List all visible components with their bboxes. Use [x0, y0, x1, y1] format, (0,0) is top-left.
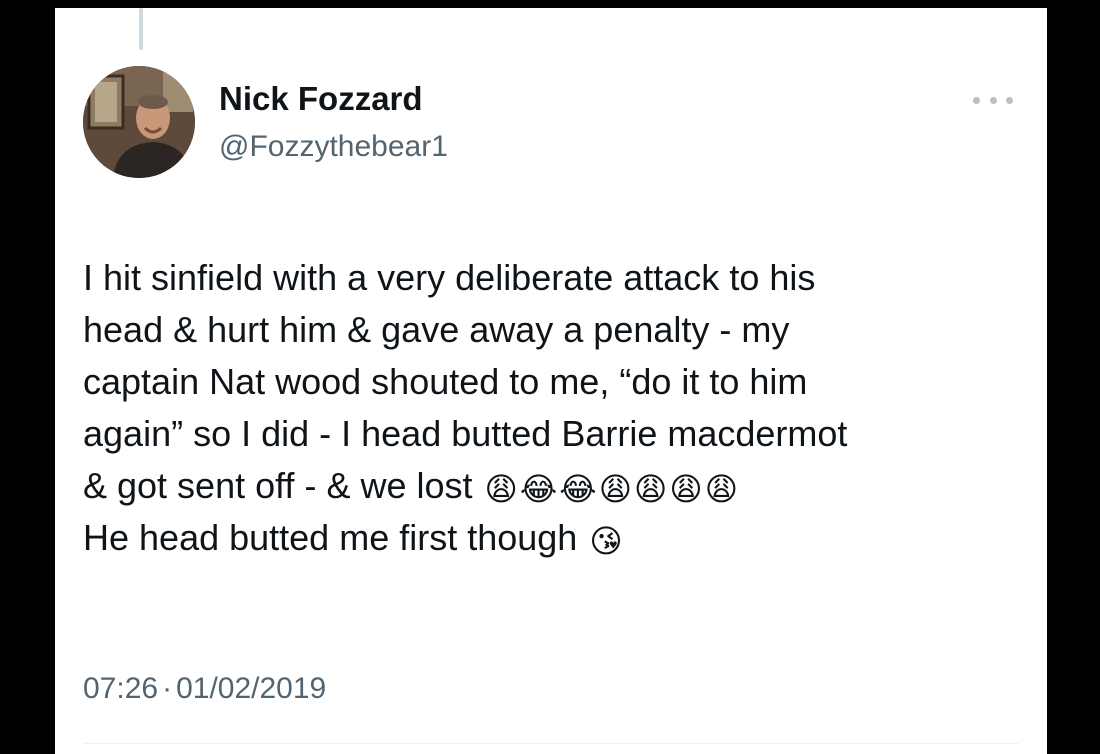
tweet-line: captain Nat wood shouted to me, “do it t… — [83, 361, 808, 402]
more-horizontal-icon — [973, 96, 980, 104]
tweet-line: I hit sinfield with a very deliberate at… — [83, 257, 816, 298]
more-options-button[interactable] — [973, 88, 1013, 112]
weary-face-emoji: 😩 — [669, 471, 703, 507]
avatar-photo — [83, 66, 195, 178]
tweet-text: I hit sinfield with a very deliberate at… — [83, 252, 1033, 564]
weary-face-emoji: 😩 — [634, 471, 668, 507]
tweet-timestamp[interactable]: 07:26 · 01/02/2019 — [83, 672, 326, 706]
tears-of-joy-emoji: 😂 — [519, 471, 558, 507]
tweet-card: Nick Fozzard @Fozzythebear1 I hit sinfie… — [55, 8, 1047, 754]
weary-face-emoji: 😩 — [704, 471, 739, 507]
divider — [83, 743, 1019, 744]
more-horizontal-icon — [989, 96, 997, 104]
avatar[interactable] — [83, 66, 195, 178]
tweet-line: & got sent off - & we lost 😩😂😂😩😩😩😩 — [83, 460, 1033, 512]
weary-face-emoji: 😩 — [484, 471, 518, 507]
tweet-time: 07:26 — [83, 672, 159, 705]
tweet-line: head & hurt him & gave away a penalty - … — [83, 309, 790, 350]
weary-face-emoji: 😩 — [598, 471, 633, 507]
tears-of-joy-emoji: 😂 — [559, 471, 597, 507]
timestamp-separator: · — [162, 672, 173, 705]
tweet-date: 01/02/2019 — [176, 672, 327, 705]
thread-connector-line — [139, 8, 143, 50]
author-handle[interactable]: @Fozzythebear1 — [219, 130, 448, 164]
tweet-line: again” so I did - I head butted Barrie m… — [83, 413, 848, 454]
tweet-line-text: He head butted me first though — [83, 517, 578, 558]
tweet-line: He head butted me first though 😘 — [83, 512, 1033, 564]
more-horizontal-icon — [1006, 96, 1013, 104]
author-display-name[interactable]: Nick Fozzard — [219, 80, 423, 118]
face-blowing-kiss-emoji: 😘 — [589, 523, 623, 559]
tweet-line-text: & got sent off - & we lost — [83, 465, 473, 506]
